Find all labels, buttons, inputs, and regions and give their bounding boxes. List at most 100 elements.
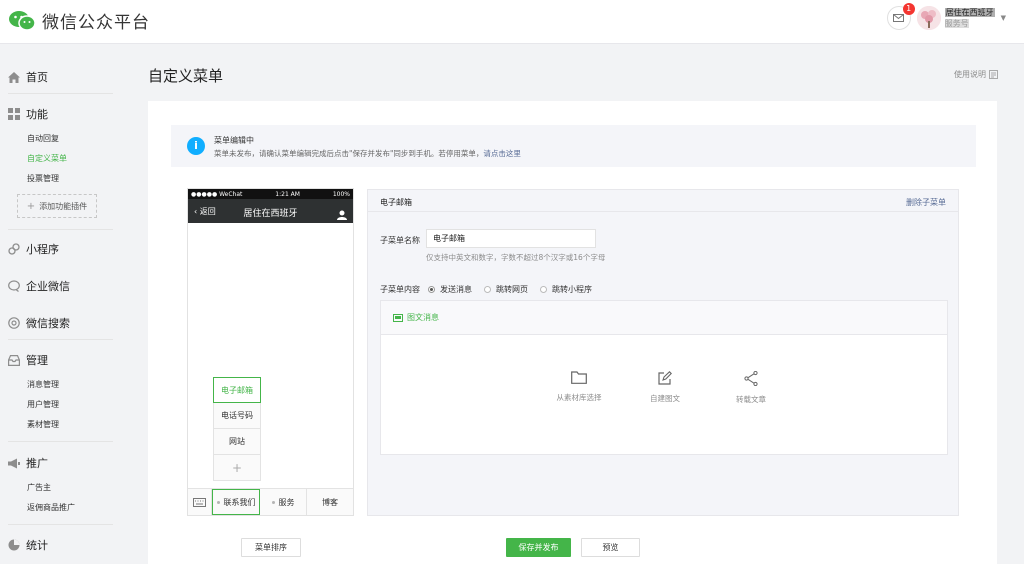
submenu-name-hint: 仅支持中英文和数字，字数不超过8个汉字或16个字母: [426, 253, 606, 262]
sidebar-label-manage: 管理: [26, 354, 48, 367]
news-message-icon: [393, 313, 403, 322]
add-submenu-button[interactable]: +: [213, 455, 261, 481]
notice-text-line: 菜单未发布，请确认菜单编辑完成后点击"保存并发布"同步到手机。若停用菜单，请点击…: [214, 148, 521, 159]
account-type: 服务号: [944, 19, 969, 28]
account-info[interactable]: 居住在西班牙 服务号: [944, 7, 995, 29]
menu-tab-contact[interactable]: 联系我们: [212, 489, 260, 515]
submenu-dot-icon: [216, 500, 220, 504]
delete-submenu-link[interactable]: 删除子菜单: [906, 197, 946, 208]
sidebar-label-mini-program: 小程序: [26, 243, 59, 256]
radio-send-message[interactable]: 发送消息: [428, 284, 472, 295]
content-type-radios: 发送消息 跳转网页 跳转小程序: [428, 284, 604, 295]
sidebar-item-materials[interactable]: 素材管理: [27, 419, 59, 430]
avatar[interactable]: [916, 6, 941, 30]
radio-jump-mini-program[interactable]: 跳转小程序: [540, 284, 592, 295]
mini-program-icon: [8, 243, 20, 255]
chevron-down-icon[interactable]: ▼: [1001, 14, 1006, 22]
sidebar-divider: [8, 229, 113, 230]
sidebar-label-stats: 统计: [26, 539, 48, 552]
phone-nav-bar: ‹ 返回 居住在西班牙: [188, 199, 353, 223]
phone-status-bar: ●●●●● WeChat 1:21 AM 100%: [188, 189, 353, 199]
mail-button[interactable]: 1: [886, 3, 915, 30]
keyboard-icon[interactable]: [188, 489, 212, 515]
logo-text: 微信公众平台: [42, 13, 150, 33]
preview-button[interactable]: 预览: [581, 538, 640, 557]
sidebar-item-vote[interactable]: 投票管理: [27, 173, 59, 184]
editor-header: 电子邮箱 删除子菜单: [368, 190, 958, 212]
create-article-button[interactable]: 自建图文: [635, 371, 695, 404]
info-icon: i: [187, 137, 205, 155]
grid-icon: [8, 108, 20, 120]
submenu-item-email[interactable]: 电子邮箱: [213, 377, 261, 403]
submenu-item-website[interactable]: 网站: [213, 429, 261, 455]
sidebar-item-search[interactable]: 微信搜索: [8, 315, 70, 331]
radio-unchecked-icon: [484, 286, 491, 293]
submenu-content-label: 子菜单内容: [380, 285, 420, 294]
pie-chart-icon: [8, 539, 20, 551]
sidebar-item-custom-menu[interactable]: 自定义菜单: [27, 153, 67, 164]
sidebar-divider: [8, 524, 113, 525]
create-article-label: 自建图文: [650, 394, 680, 403]
save-publish-button[interactable]: 保存并发布: [506, 538, 571, 557]
tab-news-message-label: 图文消息: [407, 313, 439, 322]
phone-title: 居住在西班牙: [243, 209, 298, 219]
share-icon: [744, 371, 758, 386]
wechat-logo-icon: [9, 10, 36, 31]
sidebar-section-manage[interactable]: 管理: [8, 352, 48, 368]
sidebar-section-stats[interactable]: 统计: [8, 537, 48, 553]
sidebar-item-advertiser[interactable]: 广告主: [27, 482, 51, 493]
sidebar-item-users[interactable]: 用户管理: [27, 399, 59, 410]
radio-checked-icon: [428, 286, 435, 293]
menu-sort-button[interactable]: 菜单排序: [241, 538, 301, 557]
sidebar-label-search: 微信搜索: [26, 317, 70, 330]
menu-tab-contact-label: 联系我们: [223, 497, 256, 507]
submenu-name-input[interactable]: 电子邮箱: [426, 229, 596, 248]
account-area: 1 居住在西班牙 服务号 ▼: [886, 3, 1006, 30]
submenu-name-label: 子菜单名称: [380, 236, 420, 245]
repost-article-button[interactable]: 转载文章: [721, 371, 781, 405]
select-from-library-button[interactable]: 从素材库选择: [549, 371, 609, 403]
submenu-popup: 电子邮箱 电话号码 网站 +: [213, 377, 261, 481]
notice-text: 菜单未发布，请确认菜单编辑完成后点击"保存并发布"同步到手机。若停用菜单，: [214, 149, 484, 158]
sidebar-item-auto-reply[interactable]: 自动回复: [27, 133, 59, 144]
sidebar-section-features[interactable]: 功能: [8, 106, 48, 122]
sidebar-divider: [8, 441, 113, 442]
submenu-dot-icon: [271, 500, 275, 504]
main-panel: i 菜单编辑中 菜单未发布，请确认菜单编辑完成后点击"保存并发布"同步到手机。若…: [148, 101, 997, 564]
radio-send-message-label: 发送消息: [440, 285, 472, 294]
sidebar-item-home[interactable]: 首页: [8, 69, 48, 85]
add-plugin-button[interactable]: + 添加功能插件: [17, 194, 97, 218]
menu-tab-blog-label: 博客: [322, 497, 338, 507]
notice-link[interactable]: 请点击这里: [483, 149, 521, 158]
radio-jump-mini-program-label: 跳转小程序: [552, 285, 592, 294]
tab-news-message[interactable]: 图文消息: [381, 301, 947, 335]
sidebar-item-mini-program[interactable]: 小程序: [8, 241, 59, 257]
edit-icon: [658, 371, 672, 385]
radio-jump-webpage[interactable]: 跳转网页: [484, 284, 528, 295]
menu-tab-service-label: 服务: [278, 497, 295, 507]
home-icon: [8, 71, 20, 83]
account-name: 居住在西班牙: [944, 8, 995, 17]
logo[interactable]: 微信公众平台: [8, 8, 150, 33]
phone-menu-bar: 联系我们 服务 博客: [188, 488, 353, 515]
menu-tab-blog[interactable]: 博客: [307, 489, 353, 515]
top-bar: 微信公众平台 1 居住在西班牙 服务号 ▼: [0, 0, 1024, 44]
mail-icon: [893, 14, 905, 22]
sidebar-divider: [8, 93, 113, 94]
phone-battery: 100%: [332, 190, 350, 198]
message-content-box: 图文消息 从素材库选择 自建图文 转载文章: [380, 300, 948, 455]
mail-badge: 1: [902, 3, 915, 15]
sidebar-item-commission[interactable]: 返佣商品推广: [27, 502, 75, 513]
sidebar-item-enterprise[interactable]: 企业微信: [8, 278, 70, 294]
sidebar-label-home: 首页: [26, 71, 48, 84]
menu-tab-service[interactable]: 服务: [260, 489, 307, 515]
add-plugin-label: 添加功能插件: [39, 201, 88, 211]
sidebar-section-promote[interactable]: 推广: [8, 455, 48, 471]
sidebar-item-messages[interactable]: 消息管理: [27, 379, 59, 390]
submenu-item-phone[interactable]: 电话号码: [213, 403, 261, 429]
phone-preview: ●●●●● WeChat 1:21 AM 100% ‹ 返回 居住在西班牙 电子…: [187, 188, 354, 516]
help-link[interactable]: 使用说明: [954, 69, 998, 80]
plus-icon: +: [26, 200, 36, 212]
document-icon: [989, 70, 998, 79]
inbox-icon: [8, 354, 20, 366]
